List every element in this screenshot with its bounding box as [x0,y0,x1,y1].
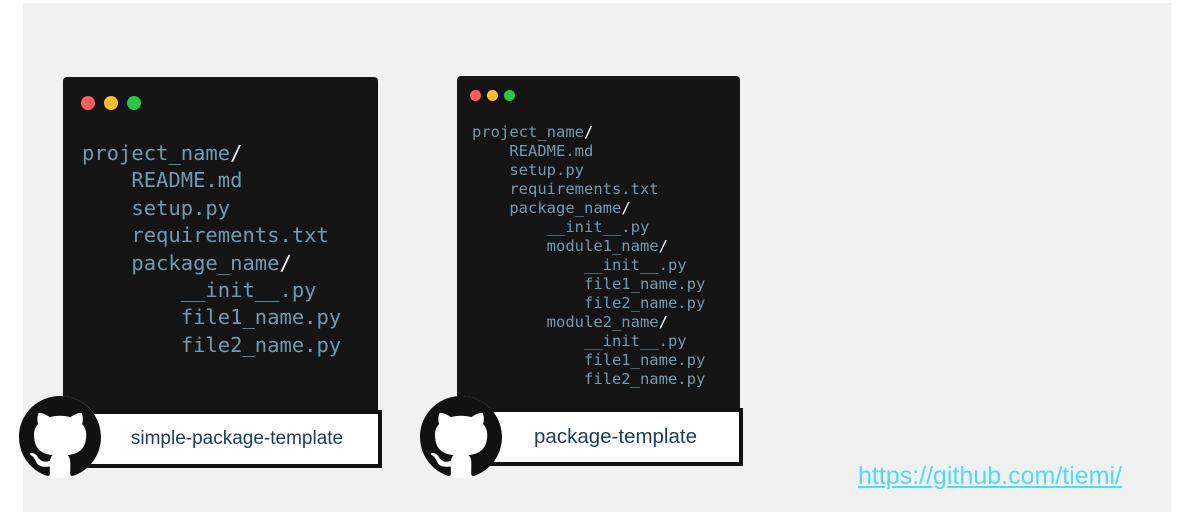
tree-line: requirements.txt [472,180,705,199]
repo-label-text: package-template [534,425,697,448]
tree-line: __init__.py [472,332,705,351]
minimize-dot [487,90,498,101]
tree-line: project_name/ [472,123,705,142]
tree-line: __init__.py [472,218,705,237]
file-name: file2_name.py [583,370,706,388]
tree-line: file1_name.py [472,351,705,370]
path-separator: / [621,199,631,217]
tree-line: __init__.py [82,277,341,304]
maximize-dot [127,96,141,110]
file-name: README.md [131,168,243,193]
path-separator: / [279,250,292,275]
repo-label-package-template[interactable]: package-template [472,408,743,466]
tree-line: setup.py [472,161,705,180]
file-name: __init__.py [180,278,317,303]
tree-line: module2_name/ [472,313,705,332]
folder-name: project_name [82,141,231,165]
folder-name: project_name [472,123,584,141]
file-name: file2_name.py [180,332,342,357]
folder-name: package_name [131,250,280,275]
path-separator: / [230,141,243,165]
folder-name: package_name [509,199,622,217]
file-name: setup.py [509,161,584,179]
file-name: README.md [509,142,594,160]
file-tree: project_name/ README.md setup.py require… [82,140,341,359]
file-name: __init__.py [546,218,650,236]
tree-line: setup.py [82,195,341,222]
file-name: requirements.txt [509,180,659,198]
tree-line: package_name/ [82,250,341,277]
github-icon[interactable] [19,396,101,478]
tree-line: __init__.py [472,256,705,275]
minimize-dot [104,96,118,110]
tree-line: file2_name.py [472,294,705,313]
tree-line: package_name/ [472,199,705,218]
close-dot [470,90,481,101]
terminal-window-package: project_name/ README.md setup.py require… [457,76,740,409]
file-name: __init__.py [583,332,687,350]
file-tree: project_name/ README.md setup.py require… [472,123,705,389]
file-name: file1_name.py [583,275,706,293]
file-name: setup.py [131,195,231,220]
tree-line: README.md [472,142,705,161]
file-name: __init__.py [583,256,687,274]
tree-line: file2_name.py [82,332,341,359]
file-name: file1_name.py [583,351,706,369]
path-separator: / [658,237,668,255]
window-controls [81,96,141,110]
tree-line: requirements.txt [82,222,341,249]
repo-label-text: simple-package-template [130,428,344,449]
window-controls [470,90,515,101]
folder-name: module2_name [546,313,659,331]
github-icon[interactable] [420,396,502,478]
terminal-window-simple: project_name/ README.md setup.py require… [63,77,378,412]
tree-line: file1_name.py [82,304,341,331]
tree-line: README.md [82,167,341,194]
tree-line: module1_name/ [472,237,705,256]
tree-line: project_name/ [82,140,341,167]
path-separator: / [583,123,594,141]
file-name: file1_name.py [180,305,342,330]
tree-line: file1_name.py [472,275,705,294]
file-name: file2_name.py [583,294,706,312]
github-profile-link[interactable]: https://github.com/tiemi/ [858,462,1122,491]
maximize-dot [504,90,515,101]
repo-label-simple-package-template[interactable]: simple-package-template [70,410,382,468]
path-separator: / [658,313,668,331]
folder-name: module1_name [546,237,659,255]
file-name: requirements.txt [131,223,329,248]
close-dot [81,96,95,110]
tree-line: file2_name.py [472,370,705,389]
